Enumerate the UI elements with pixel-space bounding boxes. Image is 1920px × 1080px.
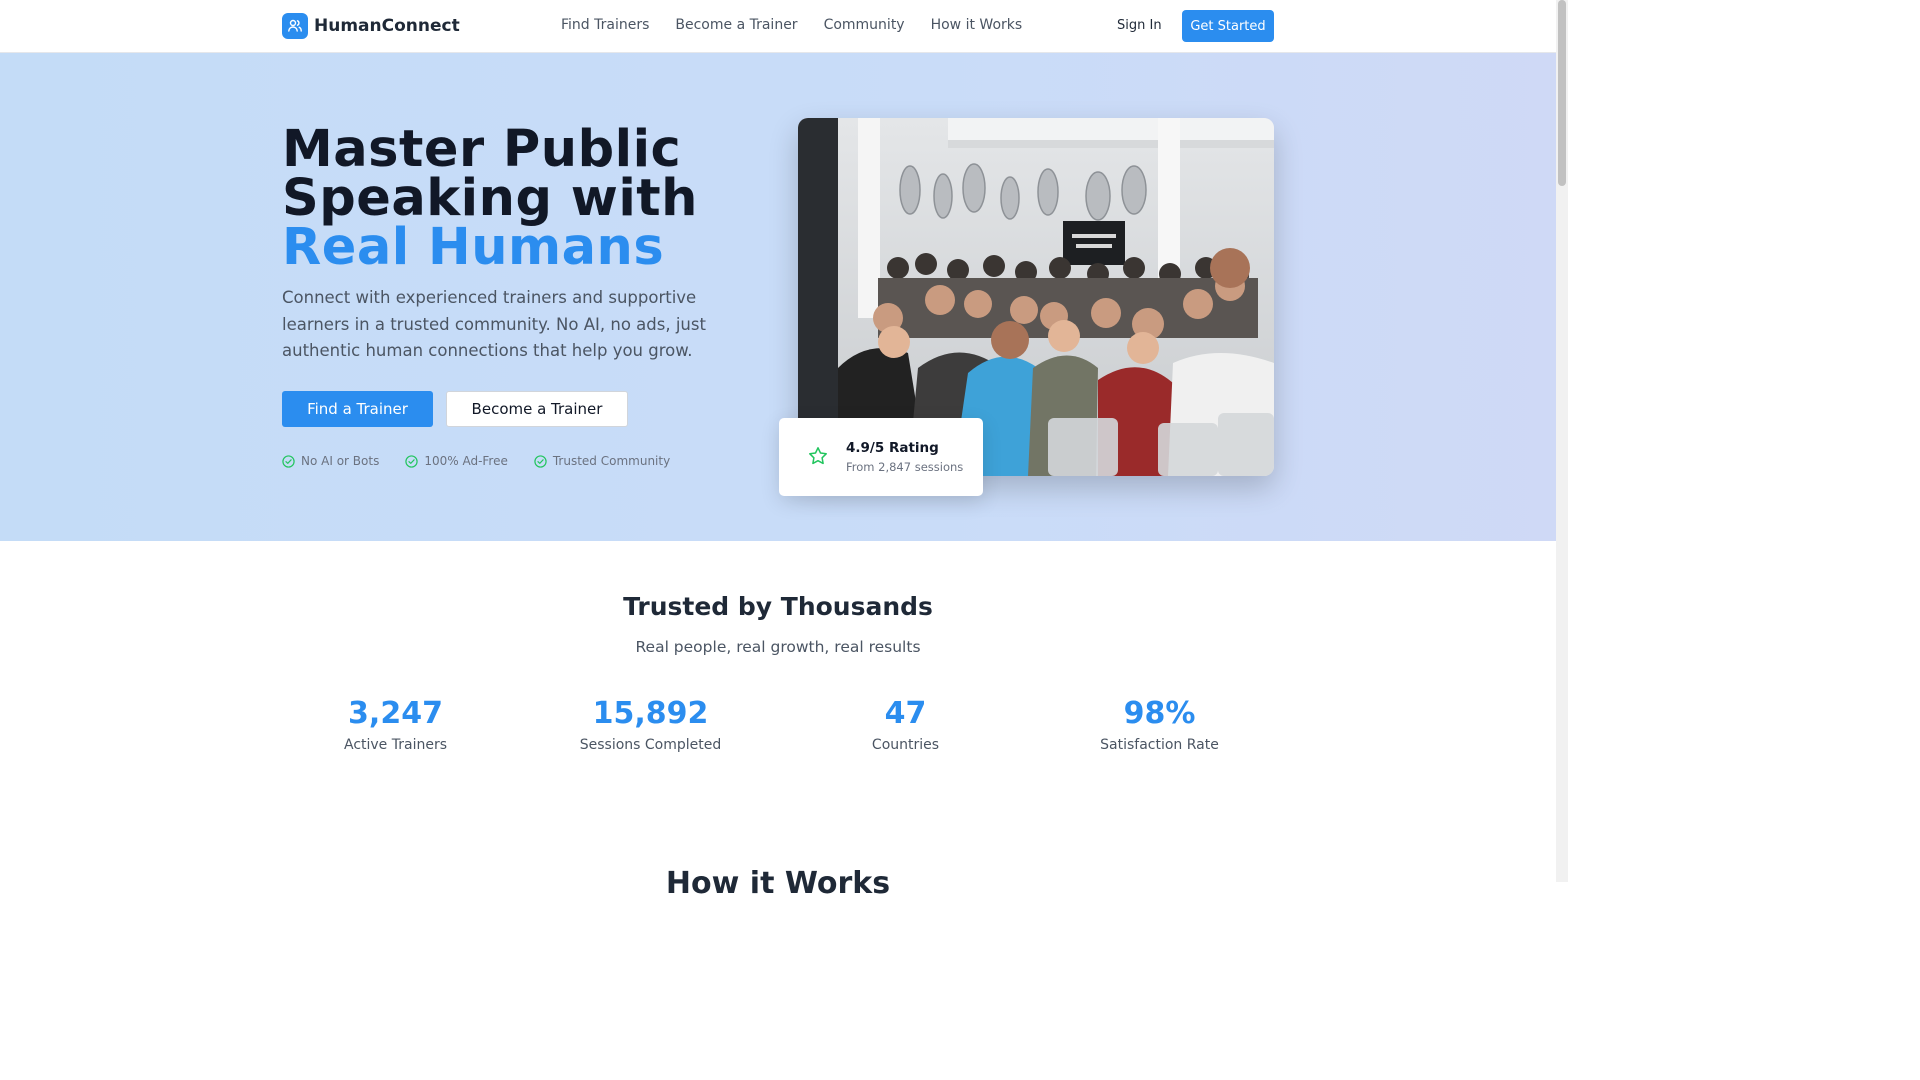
stat-label: Satisfaction Rate [1100, 737, 1219, 753]
nav-how-it-works[interactable]: How it Works [931, 17, 1023, 33]
become-trainer-button[interactable]: Become a Trainer [446, 391, 628, 427]
stat-value: 15,892 [592, 696, 709, 731]
stat-value: 47 [884, 696, 927, 731]
stat-label: Countries [871, 737, 940, 753]
rating-subtitle: From 2,847 sessions [846, 460, 964, 474]
check-circle-icon [405, 454, 419, 468]
scrollbar-thumb[interactable] [1558, 0, 1566, 186]
rating-title: 4.9/5 Rating [846, 440, 939, 456]
stat-value: 3,247 [348, 696, 443, 731]
hero-title: Master Public Speaking with Real Humans [282, 124, 698, 273]
feature-label: 100% Ad-Free [424, 454, 508, 468]
stat-value: 98% [1123, 696, 1196, 731]
nav-community[interactable]: Community [824, 17, 905, 33]
stats-subtitle: Real people, real growth, real results [635, 638, 921, 656]
hero-title-accent: Real Humans [282, 218, 665, 277]
stat-satisfaction-rate: 98% Satisfaction Rate [1032, 696, 1287, 753]
stat-label: Active Trainers [343, 737, 447, 753]
feature-list: No AI or Bots 100% Ad-Free Trusted Commu… [282, 454, 696, 468]
find-trainer-button[interactable]: Find a Trainer [282, 391, 433, 427]
feature-item: No AI or Bots [282, 454, 379, 468]
brand-name: HumanConnect [314, 16, 460, 36]
sign-in-link[interactable]: Sign In [1117, 18, 1162, 33]
page-scrollbar[interactable] [1556, 0, 1568, 882]
how-it-works-title: How it Works [665, 866, 891, 901]
stats-title: Trusted by Thousands [623, 592, 933, 621]
main-nav: Find Trainers Become a Trainer Community… [561, 17, 1048, 33]
feature-item: Trusted Community [534, 454, 670, 468]
check-circle-icon [282, 454, 295, 468]
star-icon [809, 447, 827, 465]
site-header: HumanConnect Find Trainers Become a Trai… [0, 0, 1556, 53]
stat-sessions-completed: 15,892 Sessions Completed [523, 696, 778, 753]
users-icon [282, 13, 308, 39]
feature-label: Trusted Community [552, 454, 671, 468]
feature-item: 100% Ad-Free [405, 454, 508, 468]
hero-subtitle: Connect with experienced trainers and su… [282, 288, 706, 360]
stat-countries: 47 Countries [778, 696, 1033, 753]
nav-find-trainers[interactable]: Find Trainers [561, 17, 649, 33]
nav-become-trainer[interactable]: Become a Trainer [675, 17, 797, 33]
check-circle-icon [534, 454, 547, 468]
brand-logo[interactable]: HumanConnect [282, 13, 460, 39]
stat-label: Sessions Completed [579, 737, 722, 753]
stat-active-trainers: 3,247 Active Trainers [268, 696, 523, 753]
rating-card: 4.9/5 Rating From 2,847 sessions [779, 418, 983, 496]
hero-section: Master Public Speaking with Real Humans … [0, 53, 1556, 541]
feature-label: No AI or Bots [301, 454, 380, 468]
get-started-button[interactable]: Get Started [1182, 10, 1274, 42]
